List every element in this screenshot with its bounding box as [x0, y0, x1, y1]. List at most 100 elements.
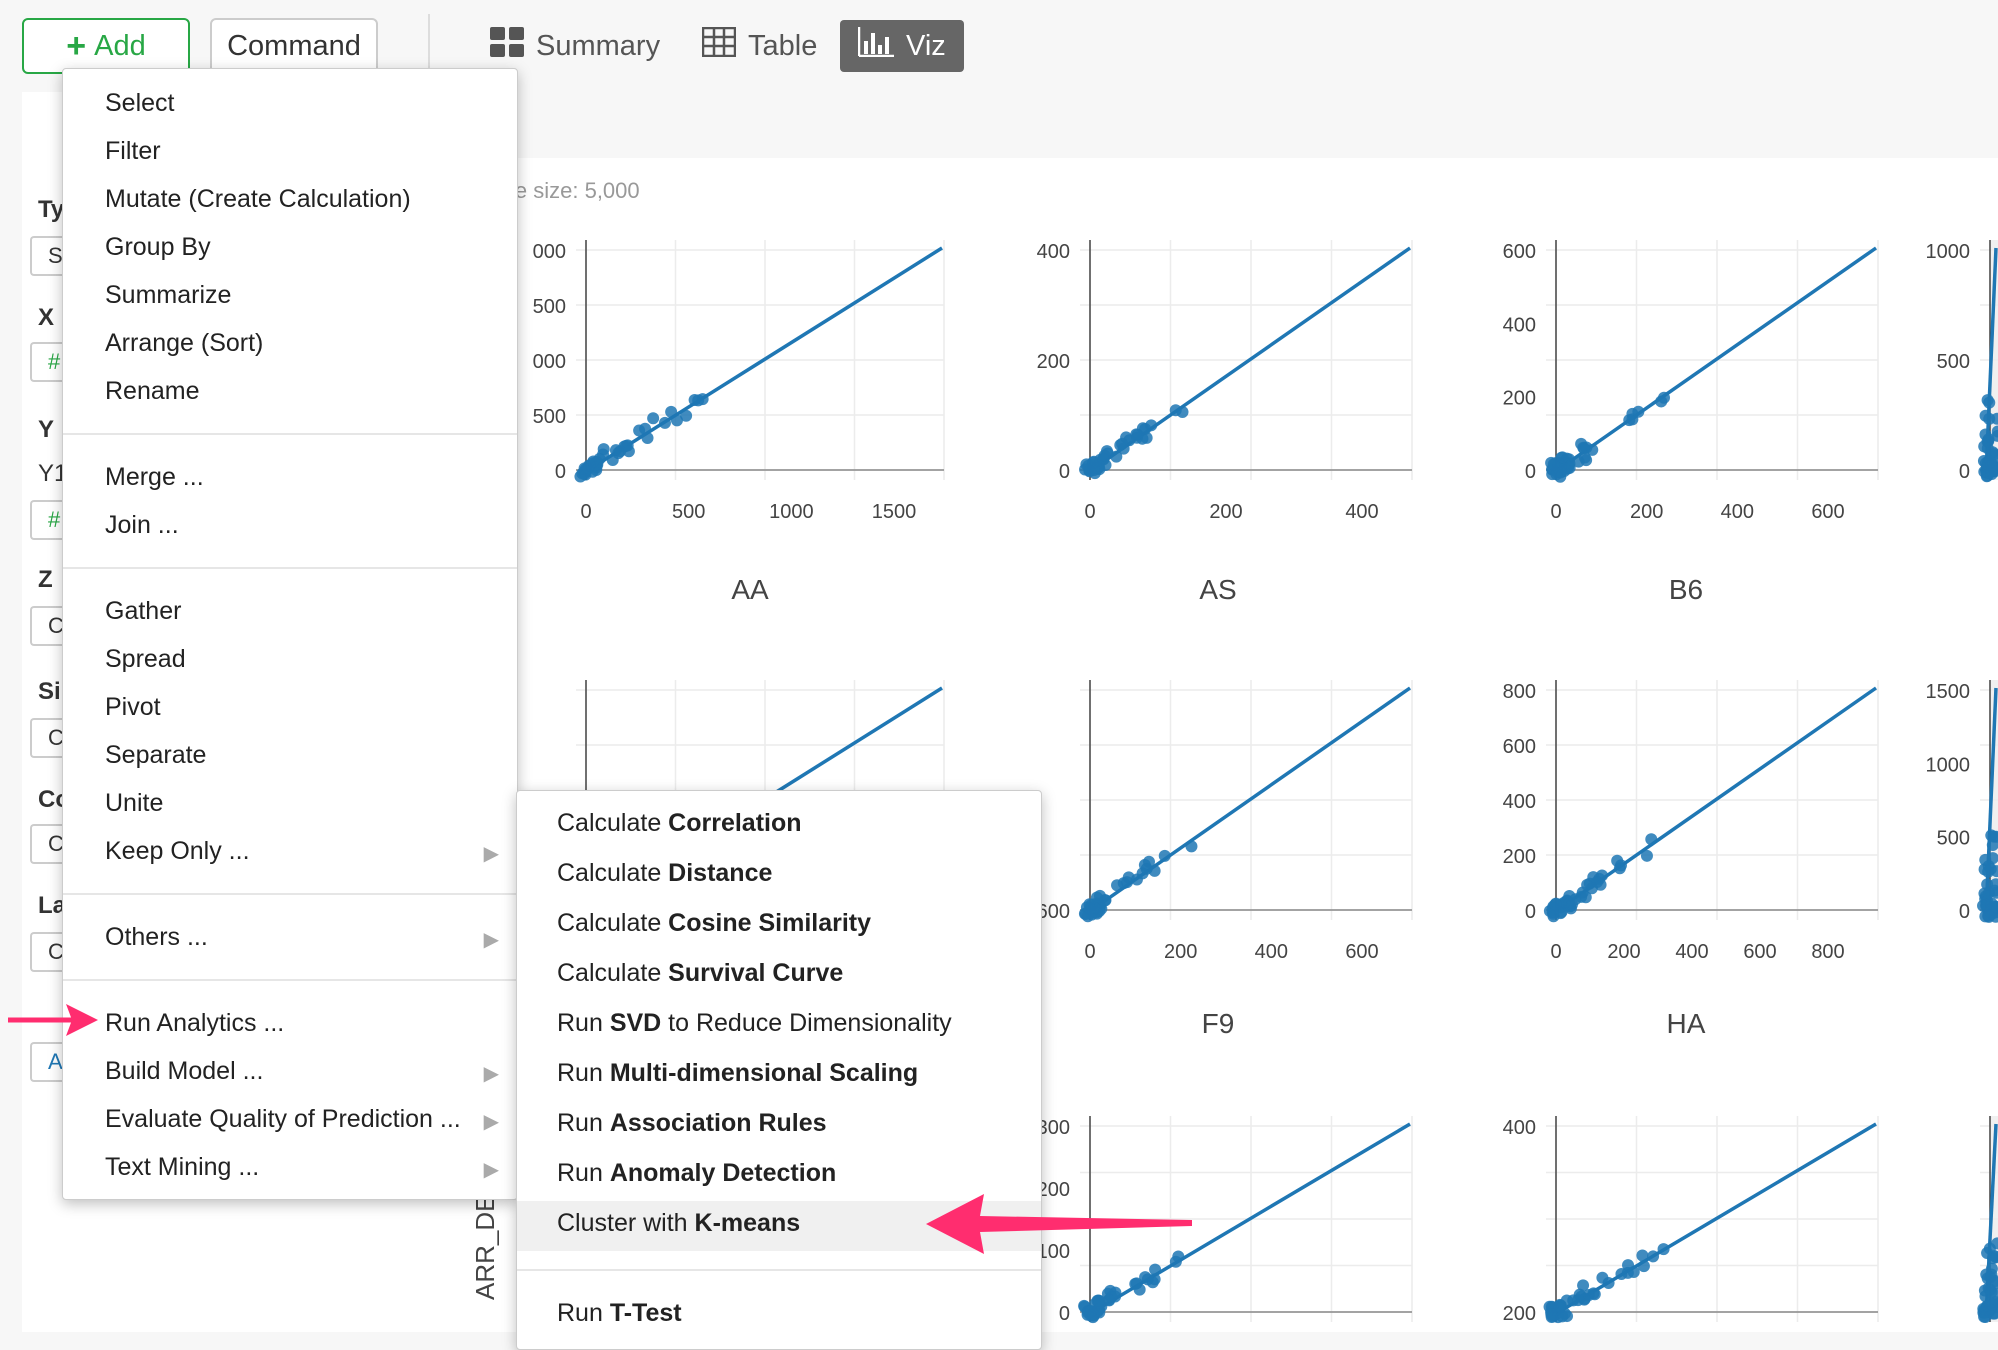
tab-viz[interactable]: Viz: [840, 20, 964, 72]
facet-title-aa: AA: [731, 574, 769, 605]
menu-item-summarize[interactable]: Summarize: [105, 281, 231, 310]
facet-plot: 0 500 1000 1500: [1900, 680, 1998, 935]
data-point: [1079, 463, 1092, 476]
menu-item-gather[interactable]: Gather: [105, 597, 181, 626]
data-point: [658, 416, 671, 429]
tab-viz-label: Viz: [906, 29, 946, 62]
data-point: [1591, 876, 1604, 889]
facet-title-ha: HA: [1666, 1008, 1706, 1039]
submenu-item-prefix: Cluster with: [557, 1209, 695, 1237]
submenu-item-multi-dimensional-scaling[interactable]: Run Multi-dimensional Scaling: [557, 1059, 918, 1088]
submenu-item-prefix: Calculate: [557, 809, 669, 837]
data-point: [1579, 891, 1592, 904]
submenu-item-cosine-similarity[interactable]: Calculate Cosine Similarity: [557, 909, 871, 938]
submenu-item-survival-curve[interactable]: Calculate Survival Curve: [557, 959, 843, 988]
menu-item-join[interactable]: Join ...: [105, 511, 179, 540]
data-point: [647, 412, 660, 425]
data-point: [1982, 865, 1995, 878]
tab-table[interactable]: Table: [701, 20, 818, 72]
submenu-item-prefix: Calculate: [557, 959, 669, 987]
data-point: [1647, 1250, 1660, 1263]
menu-divider: [63, 979, 517, 981]
menu-item-arrange[interactable]: Arrange (Sort): [105, 329, 263, 358]
y-tick-label: 500: [533, 406, 566, 428]
data-point: [1185, 840, 1198, 853]
menu-item-keep-only[interactable]: Keep Only ...: [105, 837, 250, 866]
y-tick-label: 0: [1525, 461, 1536, 483]
data-point: [1657, 391, 1670, 404]
submenu-item-keyword: Anomaly Detection: [609, 1159, 837, 1187]
y-tick-label: 600: [1503, 736, 1536, 758]
x-tick-label: 0: [580, 501, 591, 523]
trend-line: [1550, 246, 1878, 476]
submenu-item-keyword: Multi-dimensional Scaling: [609, 1059, 919, 1087]
data-point: [574, 470, 587, 483]
submenu-item-keyword: K-means: [694, 1209, 801, 1237]
y-tick-label: 1000: [1926, 241, 1971, 263]
grid-icon: [490, 27, 524, 65]
data-point: [1640, 849, 1653, 862]
data-point: [1563, 461, 1576, 474]
menu-item-group-by[interactable]: Group By: [105, 233, 211, 262]
menu-item-text-mining[interactable]: Text Mining ...: [105, 1153, 259, 1182]
menu-item-merge[interactable]: Merge ...: [105, 463, 204, 492]
submenu-item-distance[interactable]: Calculate Distance: [557, 859, 772, 888]
menu-item-rename[interactable]: Rename: [105, 377, 200, 406]
menu-divider: [63, 567, 517, 569]
facet-plot-svg: 200 400: [1503, 1116, 1879, 1325]
menu-item-separate[interactable]: Separate: [105, 741, 206, 770]
submenu-item-keyword: SVD: [609, 1009, 662, 1037]
menu-item-evaluate-quality[interactable]: Evaluate Quality of Prediction ...: [105, 1105, 461, 1134]
x-tick-label: 800: [1811, 941, 1844, 963]
menu-item-filter[interactable]: Filter: [105, 137, 161, 166]
data-point: [1158, 849, 1171, 862]
chevron-right-icon: ▶: [483, 1063, 499, 1085]
x-tick-label: 1000: [769, 501, 814, 523]
submenu-item-association-rules[interactable]: Run Association Rules: [557, 1109, 827, 1138]
tab-summary[interactable]: Summary: [490, 20, 660, 72]
facet-plot-svg: 0 500 1000: [1926, 240, 1998, 483]
menu-item-run-analytics[interactable]: Run Analytics ...: [105, 1009, 284, 1038]
submenu-item-t-test[interactable]: Run T-Test: [557, 1299, 682, 1328]
submenu-item-k-means[interactable]: Cluster with K-means: [557, 1209, 800, 1238]
menu-item-unite[interactable]: Unite: [105, 789, 163, 818]
tab-table-label: Table: [748, 29, 818, 62]
y-axis-label: Y: [38, 416, 55, 443]
menu-item-select[interactable]: Select: [105, 89, 174, 118]
data-point: [1085, 1305, 1098, 1318]
x-tick-label: 500: [672, 501, 705, 523]
data-point: [1981, 435, 1994, 448]
menu-item-others[interactable]: Others ...: [105, 923, 208, 952]
chevron-right-icon: ▶: [483, 1111, 499, 1133]
data-point: [1623, 414, 1636, 427]
x-tick-label: 1500: [872, 501, 917, 523]
data-point: [1622, 1259, 1635, 1272]
facet-plot: 200 400: [1466, 1116, 1879, 1337]
facet-plot-svg: 0 200 400 600 800 0 200 400 600 800: [1503, 680, 1879, 963]
y-tick-label: 0: [1525, 901, 1536, 923]
x-tick-label: 400: [1345, 501, 1378, 523]
command-button[interactable]: Command: [210, 18, 378, 74]
menu-item-mutate[interactable]: Mutate (Create Calculation): [105, 185, 411, 214]
data-point: [1110, 450, 1123, 463]
menu-item-build-model[interactable]: Build Model ...: [105, 1057, 263, 1086]
submenu-item-svd[interactable]: Run SVD to Reduce Dimensionality: [557, 1009, 952, 1038]
data-point: [692, 394, 705, 407]
add-button[interactable]: + Add: [22, 18, 190, 74]
x-tick-label: 600: [1811, 501, 1844, 523]
facet-plot-svg: 0 200 400 600 0 200 400 600: [1503, 240, 1879, 523]
y-tick-label: 500: [1937, 828, 1970, 850]
add-button-label: Add: [94, 29, 146, 62]
data-point: [1149, 1263, 1162, 1276]
submenu-item-anomaly-detection[interactable]: Run Anomaly Detection: [557, 1159, 836, 1188]
menu-item-spread[interactable]: Spread: [105, 645, 186, 674]
y-tick-label: 0: [1959, 461, 1970, 483]
data-point: [1611, 854, 1624, 867]
menu-item-pivot[interactable]: Pivot: [105, 693, 161, 722]
y-tick-label: 500: [1937, 351, 1970, 373]
data-point: [665, 405, 678, 418]
submenu-item-prefix: Run: [557, 1009, 610, 1037]
data-point: [1145, 419, 1158, 432]
data-point: [1117, 877, 1130, 890]
submenu-item-correlation[interactable]: Calculate Correlation: [557, 809, 802, 838]
